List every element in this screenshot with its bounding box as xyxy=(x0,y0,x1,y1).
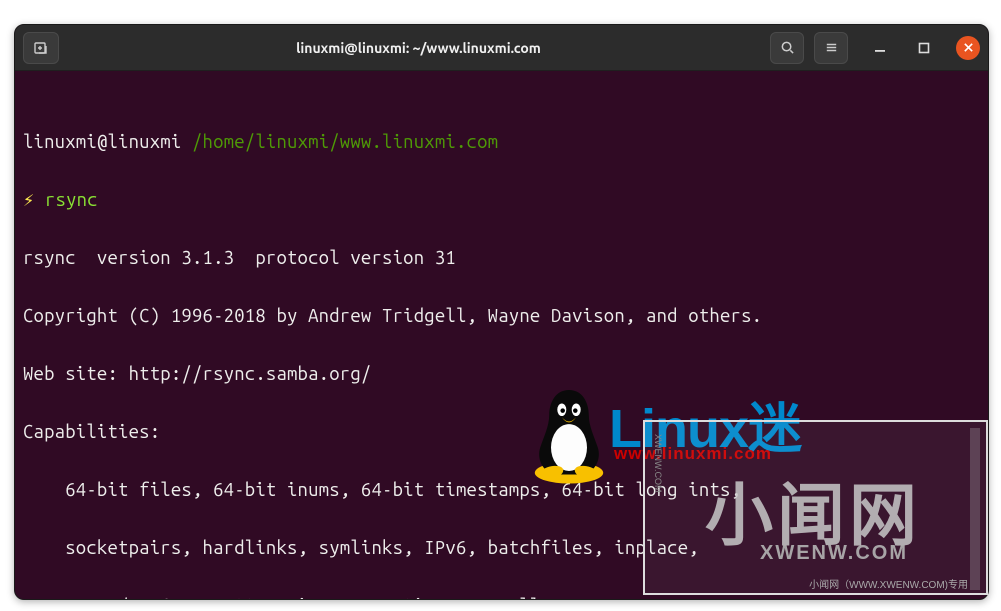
output-line: socketpairs, hardlinks, symlinks, IPv6, … xyxy=(23,534,980,563)
output-line: Copyright (C) 1996-2018 by Andrew Tridge… xyxy=(23,302,980,331)
prompt-path: /home/linuxmi/www.linuxmi.com xyxy=(192,132,498,152)
close-button[interactable] xyxy=(956,36,980,60)
prompt-user-host: linuxmi@linuxmi xyxy=(23,132,181,152)
output-line: append, ACLs, xattrs, iconv, symtimes, p… xyxy=(23,592,980,600)
prompt-line-1: linuxmi@linuxmi /home/linuxmi/www.linuxm… xyxy=(23,128,980,157)
terminal-window: linuxmi@linuxmi: ~/www.linuxmi.com xyxy=(14,24,989,600)
new-tab-button[interactable] xyxy=(23,32,59,64)
output-line: Capabilities: xyxy=(23,418,980,447)
titlebar-controls xyxy=(770,32,980,64)
search-button[interactable] xyxy=(770,32,804,64)
prompt-command: rsync xyxy=(45,190,98,210)
titlebar: linuxmi@linuxmi: ~/www.linuxmi.com xyxy=(15,25,988,71)
prompt-bolt-icon: ⚡ xyxy=(23,190,34,210)
output-line: rsync version 3.1.3 protocol version 31 xyxy=(23,244,980,273)
minimize-button[interactable] xyxy=(868,36,892,60)
output-line: Web site: http://rsync.samba.org/ xyxy=(23,360,980,389)
window-title: linuxmi@linuxmi: ~/www.linuxmi.com xyxy=(67,40,770,56)
output-line: 64-bit files, 64-bit inums, 64-bit times… xyxy=(23,476,980,505)
prompt-line-2: ⚡ rsync xyxy=(23,186,980,215)
terminal-body[interactable]: linuxmi@linuxmi /home/linuxmi/www.linuxm… xyxy=(15,71,988,600)
menu-button[interactable] xyxy=(814,32,848,64)
maximize-button[interactable] xyxy=(912,36,936,60)
